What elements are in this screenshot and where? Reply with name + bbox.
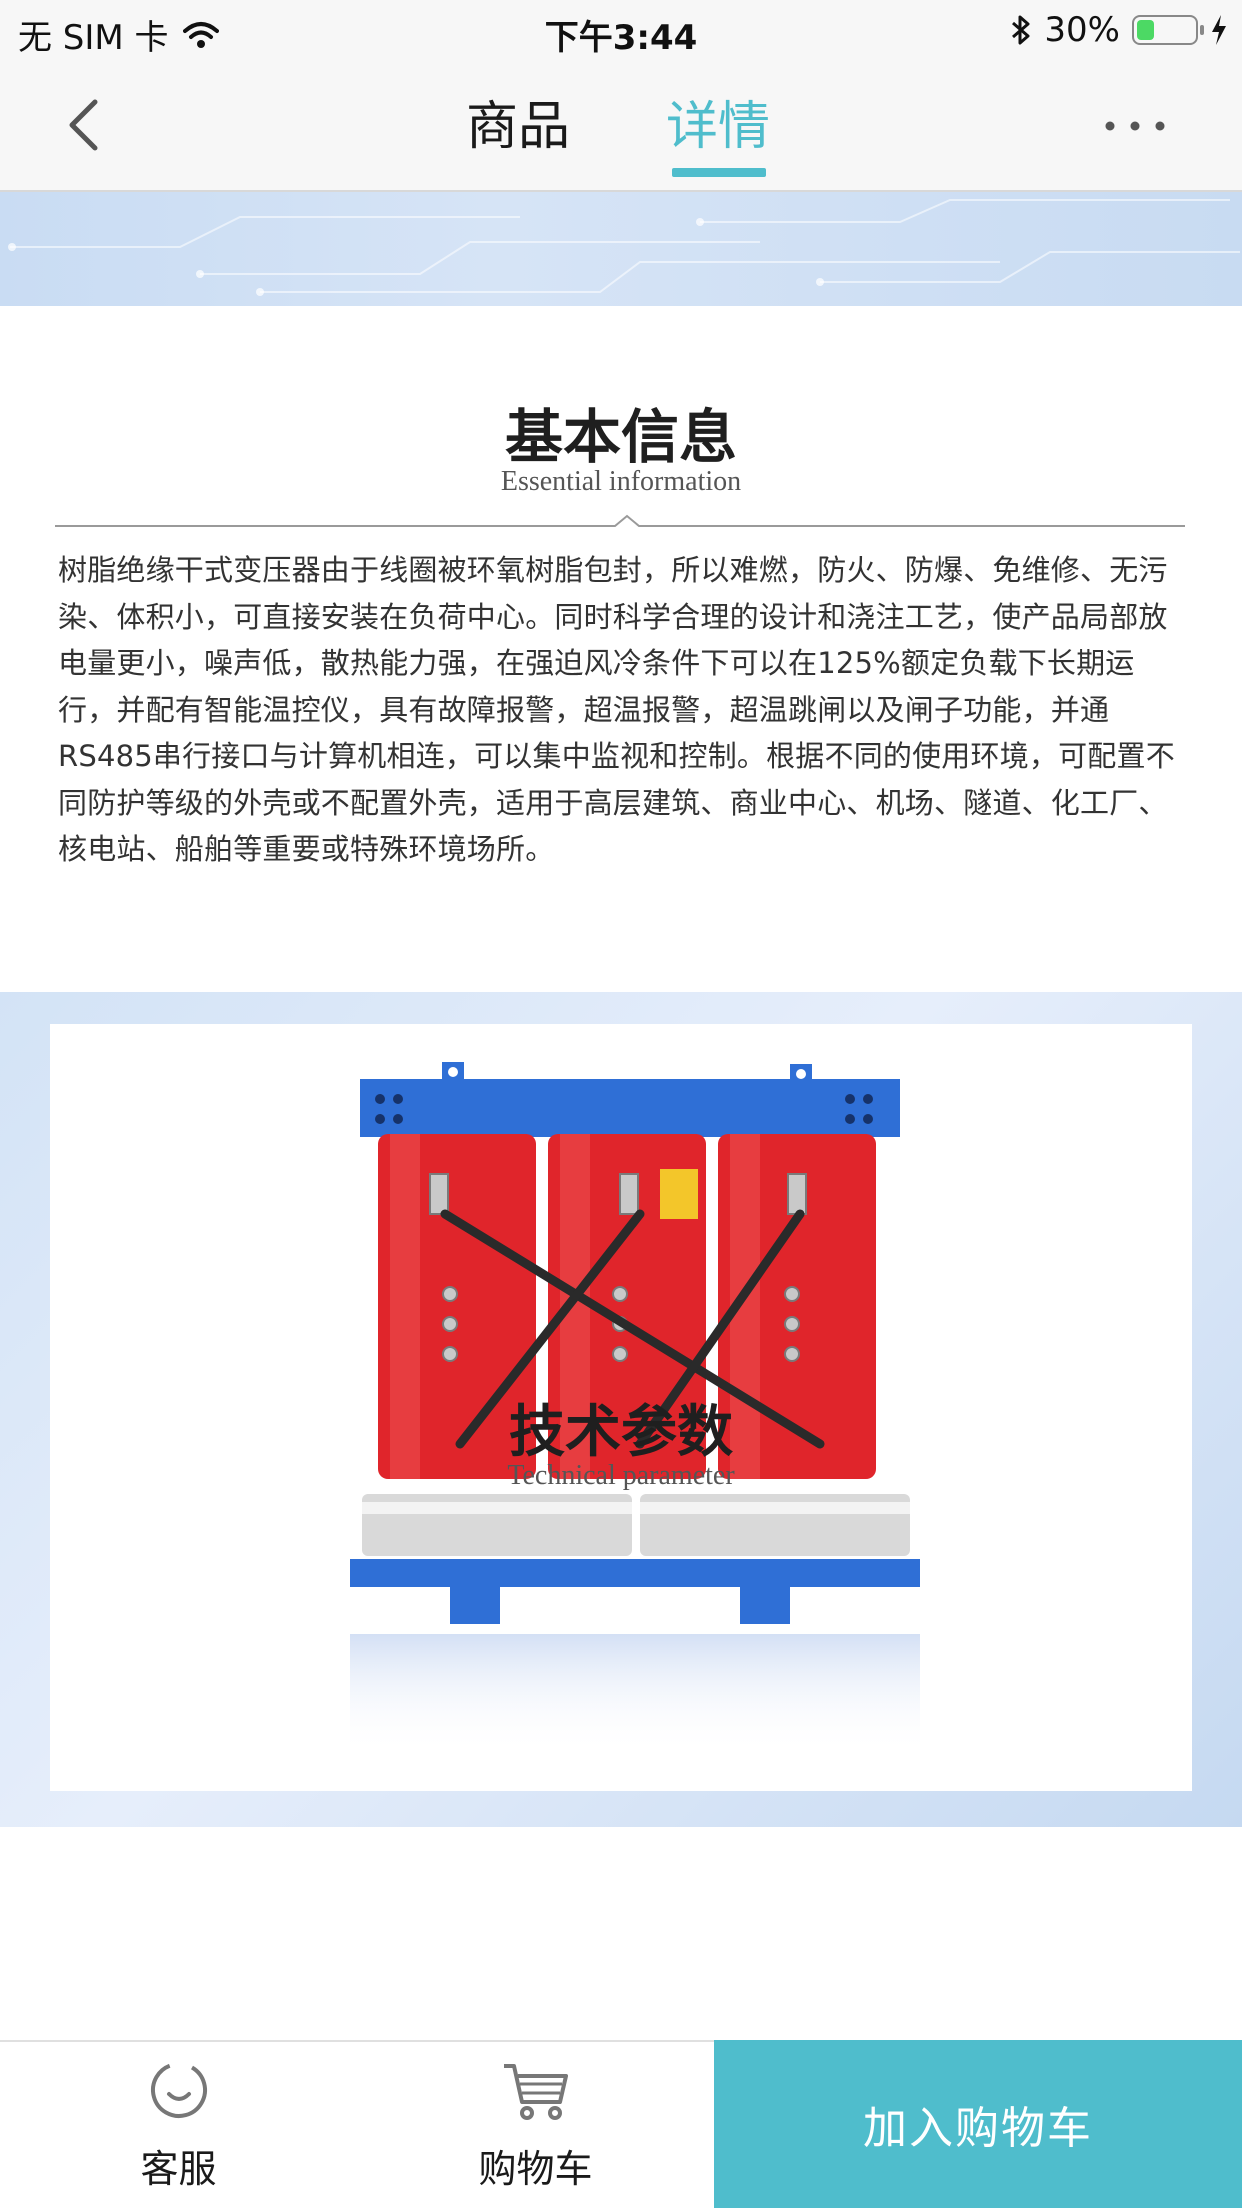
tab-active-indicator — [672, 168, 766, 177]
top-banner — [0, 192, 1242, 306]
battery-fill — [1137, 20, 1154, 40]
tab-detail[interactable]: 详情 — [666, 84, 770, 159]
cart-button[interactable]: 购物车 — [357, 2042, 714, 2208]
basic-info-description: 树脂绝缘干式变压器由于线圈被环氧树脂包封，所以难燃，防火、防爆、免维修、无污染、… — [58, 553, 1175, 866]
back-icon[interactable] — [50, 90, 120, 160]
customer-service-button[interactable]: 客服 — [0, 2042, 357, 2208]
tab-goods[interactable]: 商品 — [466, 84, 570, 159]
basic-info-title: 基本信息 — [504, 403, 737, 471]
tech-params-subtitle: Technical parameter — [507, 1460, 735, 1491]
more-icon[interactable] — [1100, 106, 1170, 146]
tech-params-title: 技术参数 — [509, 1399, 733, 1465]
status-right: 30% — [1010, 10, 1228, 50]
service-icon — [150, 2062, 207, 2118]
nav-bar: 商品 详情 — [0, 60, 1242, 192]
cart-icon — [503, 2064, 568, 2120]
title-divider — [55, 514, 1185, 527]
bottom-action-bar: 客服 购物车 加入购物车 — [0, 2040, 1242, 2208]
battery-icon — [1132, 15, 1204, 45]
basic-info-subtitle: Essential information — [500, 466, 742, 497]
battery-percent: 30% — [1044, 10, 1120, 50]
add-to-cart-button[interactable]: 加入购物车 — [714, 2040, 1242, 2208]
charging-icon — [1212, 15, 1226, 45]
bluetooth-icon — [1012, 15, 1030, 45]
cart-label: 购物车 — [478, 2147, 593, 2191]
status-bar: 无 SIM 卡 下午3:44 30% — [0, 0, 1242, 60]
service-label: 客服 — [140, 2147, 217, 2191]
detail-content[interactable]: 基本信息 Essential information 树脂绝缘干式变压器由于线圈… — [0, 192, 1242, 2040]
